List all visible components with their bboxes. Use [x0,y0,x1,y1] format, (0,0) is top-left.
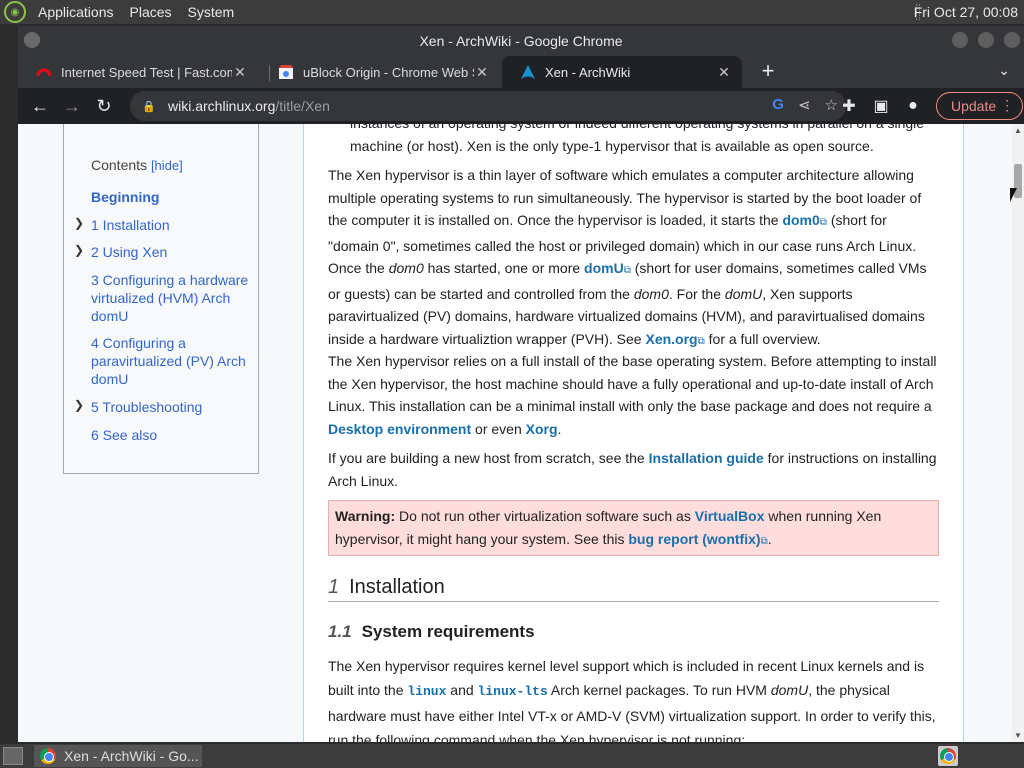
scroll-down-icon[interactable]: ▼ [1014,731,1022,740]
profile-avatar-icon[interactable]: ● [902,97,924,115]
menu-system[interactable]: System [184,4,239,20]
toc-item-pv[interactable]: 4 Configuring a paravirtualized (PV) Arc… [91,334,251,388]
domU-link[interactable]: domU [584,260,624,276]
window-title: Xen - ArchWiki - Google Chrome [419,33,623,49]
toc-item-installation[interactable]: 1 Installation [91,216,251,234]
url-host: wiki.archlinux.org [168,98,276,114]
chevron-right-icon[interactable]: ❯ [74,243,84,257]
paragraph-new-host: If you are building a new host from scra… [328,450,937,489]
external-link-icon: ⧉ [760,535,768,547]
maximize-button[interactable] [978,32,994,48]
tray-chrome-icon[interactable] [938,746,958,766]
tab-close-icon[interactable]: ✕ [716,64,732,81]
bug-report-link[interactable]: bug report (wontfix) [628,531,760,547]
installation-guide-link[interactable]: Installation guide [649,450,764,466]
forward-button[interactable]: → [56,96,88,117]
close-window-button[interactable] [1004,32,1020,48]
toc-item-hvm[interactable]: 3 Configuring a hardware virtualized (HV… [91,271,251,325]
menu-places[interactable]: Places [126,4,176,20]
chevron-right-icon[interactable]: ❯ [74,398,84,412]
tab-title: Xen - ArchWiki [545,64,631,80]
tab-close-icon[interactable]: ✕ [474,64,490,81]
dom0-link[interactable]: dom0 [782,212,819,228]
toc-item-see-also[interactable]: 6 See also [91,426,251,444]
paragraph-hypervisor: The Xen hypervisor is a thin layer of so… [328,167,927,347]
toolbar: ← → ↻ 🔒 wiki.archlinux.org/title/Xen G ⋖… [18,88,1024,124]
taskbar-chrome-window[interactable]: Xen - ArchWiki - Go... [34,745,202,767]
desktop-environment-link[interactable]: Desktop environment [328,421,471,437]
tab-ublock[interactable]: uBlock Origin - Chrome Web S ✕ [260,56,500,88]
chrome-web-store-icon [279,65,293,79]
toc-item-beginning[interactable]: Beginning [91,188,251,206]
page-viewport: Contents [hide] Beginning ❯ 1 Installati… [18,124,1012,742]
tab-title: Internet Speed Test | Fast.com [61,64,232,80]
fast-com-icon [36,68,52,77]
xorg-link[interactable]: Xorg [526,421,558,437]
toc-item-using-xen[interactable]: 2 Using Xen [91,243,251,261]
tab-fast-com[interactable]: Internet Speed Test | Fast.com ✕ [18,56,258,88]
archlinux-icon [521,65,535,79]
toc-item-troubleshooting[interactable]: 5 Troubleshooting [91,398,251,416]
google-lens-icon[interactable]: G [772,96,784,114]
paragraph-base-install: The Xen hypervisor relies on a full inst… [328,353,937,437]
toc-title: Contents [91,157,148,173]
minimize-button[interactable] [952,32,968,48]
title-bar[interactable]: Xen - ArchWiki - Google Chrome [18,26,1024,56]
new-tab-button[interactable]: + [756,60,780,84]
linux-lts-package-link[interactable]: linux-lts [478,682,548,699]
menu-applications[interactable]: Applications [34,4,118,20]
share-icon[interactable]: ⋖ [798,96,811,114]
distro-logo-icon[interactable]: ◉ [4,1,26,23]
system-panel: ◉ Applications Places System Fri Oct 27,… [0,0,1024,24]
lock-icon[interactable]: 🔒 [142,100,156,113]
tab-search-chevron-icon[interactable]: ⌄ [998,62,1010,79]
warning-label: Warning: [335,508,396,524]
tab-strip: Internet Speed Test | Fast.com ✕ uBlock … [18,56,1024,88]
heading-installation: 1 Installation [328,576,939,602]
side-panel-icon[interactable]: ▣ [870,96,892,116]
tab-xen-archwiki[interactable]: Xen - ArchWiki ✕ [502,56,742,88]
page-scrollbar[interactable]: ▲ ▼ [1012,124,1024,742]
bookmark-star-icon[interactable]: ☆ [825,96,838,114]
virtualbox-link[interactable]: VirtualBox [695,508,765,524]
window-menu-button[interactable] [24,32,40,48]
clock[interactable]: Fri Oct 27, 00:08 [914,4,1018,20]
mouse-cursor-icon [1010,188,1017,202]
toc-hide-link[interactable]: [hide] [151,158,183,173]
external-link-icon: ⧉ [623,265,631,276]
update-button[interactable]: Update ⋮ [936,92,1024,120]
table-of-contents: Contents [hide] Beginning ❯ 1 Installati… [63,124,259,474]
browser-window: Xen - ArchWiki - Google Chrome Internet … [18,26,1024,742]
extensions-puzzle-icon[interactable]: ✚ [838,96,860,116]
chrome-icon [40,748,56,764]
url-path: /title/Xen [275,98,330,114]
reload-button[interactable]: ↻ [88,96,120,117]
taskbar: Xen - ArchWiki - Go... [0,744,1024,768]
scroll-up-icon[interactable]: ▲ [1014,126,1022,135]
chevron-right-icon[interactable]: ❯ [74,216,84,230]
linux-package-link[interactable]: linux [407,682,446,699]
kebab-menu-icon[interactable]: ⋮ [1000,97,1014,114]
intro-paragraph-tail: instances of an operating system or inde… [350,124,924,154]
tab-title: uBlock Origin - Chrome Web S [303,64,474,80]
heading-system-requirements: 1.1 System requirements [328,622,535,641]
external-link-icon: ⧉ [697,335,705,347]
paragraph-system-requirements: The Xen hypervisor requires kernel level… [328,658,936,742]
task-label: Xen - ArchWiki - Go... [64,748,199,764]
xen-org-link[interactable]: Xen.org [645,331,697,347]
show-desktop-button[interactable] [3,747,23,765]
tab-close-icon[interactable]: ✕ [232,64,248,81]
toc-header: Contents [hide] [91,157,183,173]
warning-box: Warning: Do not run other virtualization… [328,500,939,556]
update-label: Update [951,98,997,114]
external-link-icon: ⧉ [819,217,827,228]
back-button[interactable]: ← [24,96,56,117]
address-bar[interactable]: 🔒 wiki.archlinux.org/title/Xen G ⋖ ☆ [130,91,846,121]
article-content: instances of an operating system or inde… [303,124,964,742]
